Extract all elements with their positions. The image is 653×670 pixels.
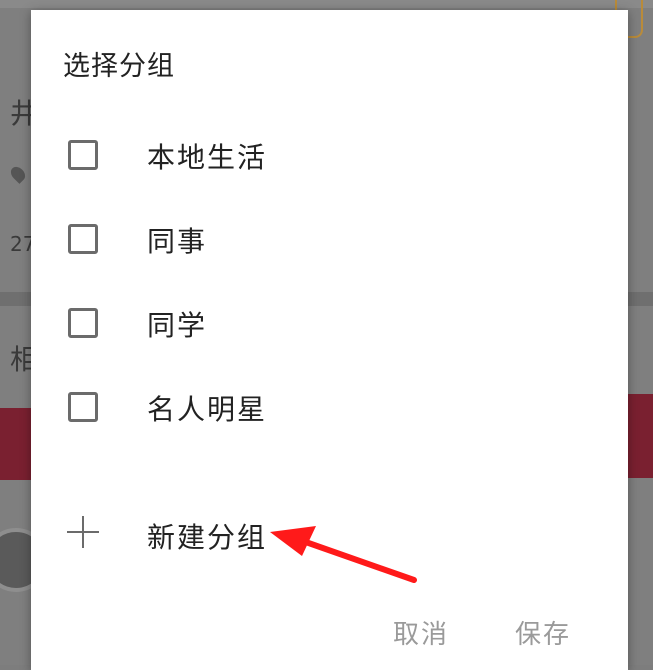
group-item-gongan[interactable]: 公安 (31, 86, 628, 114)
group-item-label: 同事 (147, 225, 208, 258)
background-thumbnail-left (0, 408, 31, 480)
group-checkbox[interactable] (68, 308, 98, 338)
group-item-label: 本地生活 (147, 141, 268, 174)
save-button[interactable]: 保存 (515, 614, 571, 651)
group-checkbox[interactable] (68, 224, 98, 254)
plus-icon[interactable] (67, 516, 99, 548)
group-checkbox[interactable] (68, 140, 98, 170)
group-item-celebrities[interactable]: 名人明星 (31, 366, 628, 450)
dialog-title: 选择分组 (63, 51, 175, 82)
group-item-label: 公安 (147, 86, 207, 92)
background-thumbnail-right (628, 394, 653, 478)
group-item-local-life[interactable]: 本地生活 (31, 114, 628, 198)
group-checkbox[interactable] (68, 392, 98, 422)
select-group-dialog: 选择分组 公安 本地生活 同事 同学 名人明星 新建分组 取消 保存 (31, 10, 628, 670)
cancel-button[interactable]: 取消 (393, 614, 449, 651)
group-item-label: 同学 (147, 309, 208, 342)
group-item-colleagues[interactable]: 同事 (31, 198, 628, 282)
new-group-button[interactable]: 新建分组 (147, 516, 267, 556)
group-item-label: 名人明星 (147, 393, 268, 426)
background-top-bar (0, 0, 653, 8)
group-item-classmates[interactable]: 同学 (31, 282, 628, 366)
group-list: 公安 本地生活 同事 同学 名人明星 (31, 86, 628, 566)
location-pin-icon (8, 164, 28, 184)
